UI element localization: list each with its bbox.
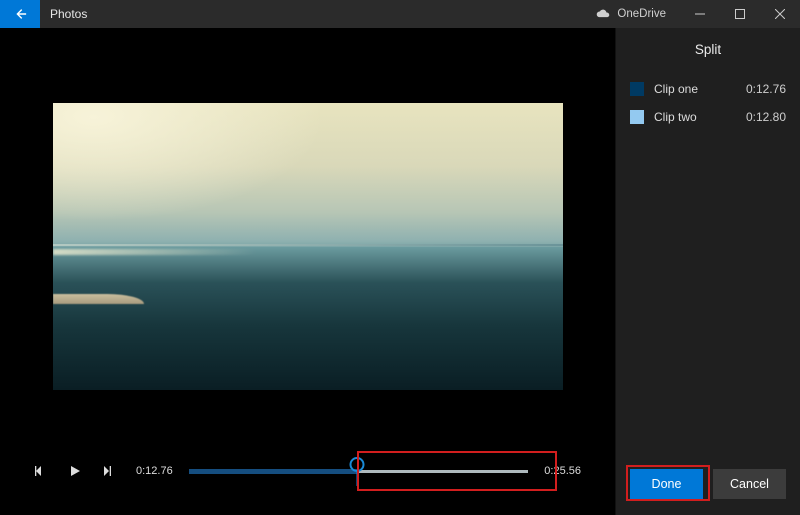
- step-forward-icon: [103, 465, 115, 477]
- onedrive-label: OneDrive: [617, 8, 666, 20]
- timeline-clip-one-region: [189, 469, 357, 474]
- clip-name-label: Clip two: [654, 110, 736, 124]
- maximize-icon: [735, 9, 745, 19]
- preview-container: [0, 28, 615, 445]
- clip-duration-label: 0:12.80: [746, 110, 786, 124]
- titlebar-right: OneDrive: [581, 0, 800, 28]
- cloud-icon: [595, 9, 611, 19]
- clip-swatch-icon: [630, 82, 644, 96]
- arrow-left-icon: [13, 7, 27, 21]
- playback-controls: 0:12.76 0:25.56: [0, 445, 615, 515]
- clip-row[interactable]: Clip one 0:12.76: [616, 75, 800, 103]
- editor-pane: 0:12.76 0:25.56: [0, 28, 615, 515]
- total-time-label: 0:25.56: [540, 465, 585, 477]
- preview-sun-reflection: [53, 249, 563, 255]
- titlebar: Photos OneDrive: [0, 0, 800, 28]
- current-time-label: 0:12.76: [132, 465, 177, 477]
- timeline-track[interactable]: [189, 451, 529, 491]
- minimize-button[interactable]: [680, 9, 720, 19]
- done-button[interactable]: Done: [630, 469, 703, 499]
- step-back-icon: [35, 465, 47, 477]
- app-title: Photos: [40, 0, 581, 28]
- preview-sea: [53, 247, 563, 390]
- clip-name-label: Clip one: [654, 82, 736, 96]
- panel-actions: Done Cancel: [616, 457, 800, 515]
- onedrive-indicator[interactable]: OneDrive: [581, 8, 680, 20]
- playhead-stem: [356, 472, 358, 486]
- preview-beach: [53, 294, 145, 304]
- play-button[interactable]: [64, 460, 86, 482]
- clip-swatch-icon: [630, 110, 644, 124]
- back-button[interactable]: [0, 0, 40, 28]
- video-preview[interactable]: [53, 103, 563, 390]
- close-button[interactable]: [760, 9, 800, 19]
- maximize-button[interactable]: [720, 9, 760, 19]
- content-area: 0:12.76 0:25.56 Split Clip one 0:12.76 C…: [0, 28, 800, 515]
- play-icon: [69, 465, 81, 477]
- close-icon: [775, 9, 785, 19]
- split-panel: Split Clip one 0:12.76 Clip two 0:12.80 …: [615, 28, 800, 515]
- panel-title: Split: [616, 28, 800, 75]
- panel-spacer: [616, 131, 800, 457]
- clip-row[interactable]: Clip two 0:12.80: [616, 103, 800, 131]
- split-playhead[interactable]: [350, 457, 365, 486]
- cancel-button[interactable]: Cancel: [713, 469, 786, 499]
- preview-horizon: [53, 244, 563, 246]
- minimize-icon: [695, 9, 705, 19]
- playhead-handle-icon: [350, 457, 365, 472]
- step-back-button[interactable]: [30, 460, 52, 482]
- clip-duration-label: 0:12.76: [746, 82, 786, 96]
- step-forward-button[interactable]: [98, 460, 120, 482]
